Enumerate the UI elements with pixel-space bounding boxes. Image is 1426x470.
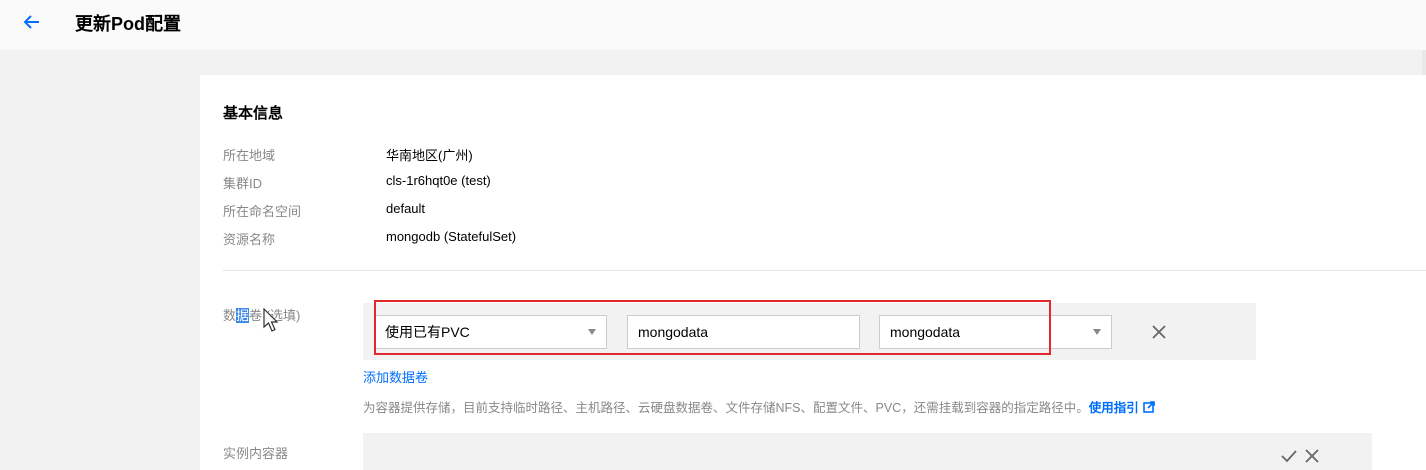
chevron-down-icon (588, 329, 596, 335)
cluster-id-value: cls-1r6hqt0e (test) (386, 173, 491, 188)
usage-guide-link[interactable]: 使用指引 (1089, 401, 1139, 415)
section-title-basic-info: 基本信息 (223, 105, 284, 122)
pvc-value: mongodata (890, 324, 961, 340)
selected-text: 据 (236, 308, 250, 323)
add-volume-link[interactable]: 添加数据卷 (363, 367, 428, 386)
containers-panel (363, 433, 1372, 470)
cluster-id-label: 集群ID (223, 176, 263, 191)
region-value: 华南地区(广州) (386, 148, 473, 163)
remove-volume-icon[interactable] (1150, 323, 1168, 341)
section-divider (223, 270, 1426, 271)
region-label: 所在地域 (223, 148, 276, 163)
namespace-value: default (386, 201, 426, 216)
close-icon[interactable] (1303, 447, 1321, 465)
containers-label: 实例内容器 (223, 446, 289, 461)
data-volume-label: 数据卷 (选填) (223, 305, 300, 324)
back-arrow-icon[interactable] (22, 12, 42, 32)
resource-name-label: 资源名称 (223, 232, 276, 247)
check-icon[interactable] (1280, 447, 1298, 465)
resource-name-value: mongodb (StatefulSet) (386, 229, 517, 244)
volume-type-select[interactable]: 使用已有PVC (374, 315, 607, 349)
pvc-select[interactable]: mongodata (879, 315, 1112, 349)
external-link-icon[interactable] (1142, 401, 1155, 413)
volume-help-text: 为容器提供存储，目前支持临时路径、主机路径、云硬盘数据卷、文件存储NFS、配置文… (363, 397, 1155, 416)
namespace-label: 所在命名空间 (223, 204, 302, 219)
data-volume-row: 使用已有PVC mongodata mongodata (363, 303, 1256, 360)
form-card: 基本信息 所在地域 华南地区(广州) 集群ID cls-1r6hqt0e (te… (200, 75, 1426, 470)
volume-help-text-body: 为容器提供存储，目前支持临时路径、主机路径、云硬盘数据卷、文件存储NFS、配置文… (363, 401, 1089, 415)
mouse-cursor-icon (263, 308, 279, 332)
data-volume-label-start: 数 (223, 308, 237, 323)
chevron-down-icon (1093, 329, 1101, 335)
volume-name-input[interactable]: mongodata (627, 315, 860, 349)
page-title: 更新Pod配置 (75, 14, 181, 34)
top-bar: 更新Pod配置 (0, 0, 1426, 50)
volume-name-value: mongodata (638, 324, 709, 340)
volume-type-value: 使用已有PVC (385, 324, 470, 340)
